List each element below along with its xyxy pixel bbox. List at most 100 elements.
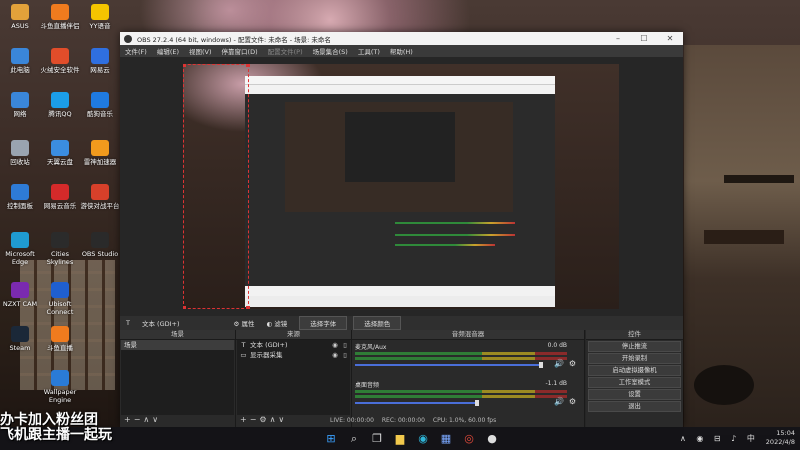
- desktop-icon[interactable]: 游侠对战平台: [80, 184, 120, 210]
- properties-button[interactable]: ⚙ 属性: [234, 318, 255, 328]
- visibility-eye-icon[interactable]: ◉: [330, 350, 340, 360]
- desktop-icon[interactable]: 天翼云盘: [40, 140, 80, 166]
- select-color-button[interactable]: 选择颜色: [353, 316, 402, 330]
- desktop-icon[interactable]: 控制面板: [0, 184, 40, 210]
- desktop-icon[interactable]: 斗鱼直播伴侣: [40, 4, 80, 30]
- desktop-icon[interactable]: OBS Studio: [80, 232, 120, 258]
- desktop-icon-label: 火绒安全软件: [40, 66, 80, 74]
- wallpaper-room: [684, 45, 800, 435]
- volume-fader[interactable]: [355, 364, 541, 366]
- volume-fader[interactable]: [355, 402, 477, 404]
- desktop-icon-label: 此电脑: [10, 66, 30, 74]
- desktop-icon[interactable]: Wallpaper Engine: [40, 370, 80, 404]
- fader-knob[interactable]: [539, 362, 543, 368]
- preview-area[interactable]: [120, 57, 683, 341]
- desktop-icon-label: 斗鱼直播: [47, 344, 73, 352]
- nested-taskbar: [245, 296, 555, 307]
- exit-button[interactable]: 退出: [588, 401, 681, 412]
- nested-obs-window: [245, 76, 555, 296]
- app-icon: [51, 282, 69, 298]
- obs-logo-icon: [124, 34, 132, 43]
- desktop-icon[interactable]: YY语音: [80, 4, 120, 30]
- search-icon[interactable]: ⌕: [345, 430, 363, 447]
- desktop-icon[interactable]: Cities Skylines: [40, 232, 80, 266]
- lock-icon[interactable]: ▯: [340, 350, 350, 360]
- desktop-icon[interactable]: 此电脑: [0, 48, 40, 74]
- preview-canvas[interactable]: [183, 64, 619, 309]
- system-tray-icons[interactable]: ∧ ◉ ⊟ ♪ 中: [680, 433, 759, 444]
- clock-time: 15:04: [776, 429, 795, 437]
- desktop-icon[interactable]: 网易云: [80, 48, 120, 74]
- level-meter: [355, 352, 567, 355]
- desktop-icon-label: OBS Studio: [81, 250, 119, 258]
- controls-header: 控件: [586, 330, 683, 340]
- start-recording-button[interactable]: 开始录制: [588, 353, 681, 364]
- studio-mode-button[interactable]: 工作室模式: [588, 377, 681, 388]
- gear-icon[interactable]: ⚙: [569, 359, 576, 368]
- menu-help[interactable]: 帮助(H): [385, 46, 418, 56]
- fader-knob[interactable]: [475, 400, 479, 406]
- menu-docks[interactable]: 停靠窗口(D): [217, 46, 263, 56]
- desktop-icon[interactable]: Steam: [0, 326, 40, 352]
- store-icon[interactable]: ▦: [437, 430, 455, 447]
- overlay-line-1: 办卡加入粉丝团: [0, 412, 98, 428]
- task-view-icon[interactable]: ❐: [368, 430, 386, 447]
- desktop-icon[interactable]: Microsoft Edge: [0, 232, 40, 266]
- selected-source-bounds[interactable]: [183, 64, 250, 309]
- desktop-icon-label: Ubisoft Connect: [46, 300, 74, 316]
- visibility-eye-icon[interactable]: ◉: [330, 340, 340, 350]
- menu-tools[interactable]: 工具(T): [353, 46, 385, 56]
- mixer-header: 音频混音器: [352, 330, 584, 340]
- desktop-icon-label: NZXT CAM: [2, 300, 38, 308]
- desktop-icon-label: 控制面板: [7, 202, 33, 210]
- source-item[interactable]: ▭ 显示器采集 ◉ ▯: [237, 350, 350, 360]
- obs-titlebar: OBS 27.2.4 (64 bit, windows) - 配置文件: 未命名…: [120, 32, 683, 45]
- source-name: 显示器采集: [250, 351, 283, 359]
- menu-view[interactable]: 视图(V): [184, 46, 217, 56]
- scene-item[interactable]: 场景: [121, 340, 234, 350]
- desktop-icon[interactable]: Ubisoft Connect: [40, 282, 80, 316]
- desktop-icon[interactable]: 腾讯QQ: [40, 92, 80, 118]
- desktop-icon[interactable]: 酷狗音乐: [80, 92, 120, 118]
- settings-button[interactable]: 设置: [588, 389, 681, 400]
- close-button[interactable]: ✕: [657, 34, 683, 43]
- minimize-button[interactable]: –: [605, 34, 631, 43]
- menu-scene-collection[interactable]: 场景集合(S): [308, 46, 353, 56]
- select-font-button[interactable]: 选择字体: [299, 316, 348, 330]
- menu-bar: 文件(F) 编辑(E) 视图(V) 停靠窗口(D) 配置文件(P) 场景集合(S…: [120, 45, 683, 57]
- obs-icon[interactable]: ●: [483, 430, 501, 447]
- app-icon: [91, 48, 109, 64]
- speaker-icon[interactable]: 🔊: [554, 359, 564, 368]
- desktop-icon[interactable]: 火绒安全软件: [40, 48, 80, 74]
- menu-profile[interactable]: 配置文件(P): [263, 46, 308, 56]
- speaker-icon[interactable]: 🔊: [554, 397, 564, 406]
- desktop-icon[interactable]: 斗鱼直播: [40, 326, 80, 352]
- source-name: 文本 (GDI+): [250, 341, 288, 349]
- desktop-icon[interactable]: NZXT CAM: [0, 282, 40, 308]
- virtual-camera-button[interactable]: 启动虚拟摄像机: [588, 365, 681, 376]
- edge-icon[interactable]: ◉: [414, 430, 432, 447]
- maximize-button[interactable]: ☐: [631, 34, 657, 43]
- menu-file[interactable]: 文件(F): [120, 46, 152, 56]
- desktop-icon[interactable]: 网易云音乐: [40, 184, 80, 210]
- desktop-icon[interactable]: 网络: [0, 92, 40, 118]
- clock[interactable]: 15:04 2022/4/8: [766, 429, 795, 447]
- properties-label: 属性: [241, 320, 255, 328]
- lock-icon[interactable]: ▯: [340, 340, 350, 350]
- source-item[interactable]: T 文本 (GDI+) ◉ ▯: [237, 340, 350, 350]
- scenes-controls[interactable]: +−∧∨: [120, 415, 235, 427]
- file-explorer-icon[interactable]: ▆: [391, 430, 409, 447]
- desktop-icon[interactable]: ASUS: [0, 4, 40, 30]
- chrome-icon[interactable]: ◎: [460, 430, 478, 447]
- app-icon: [51, 4, 69, 20]
- desktop-icon[interactable]: 雷神加速器: [80, 140, 120, 166]
- windows-icon[interactable]: ⊞: [322, 430, 340, 447]
- gear-icon[interactable]: ⚙: [569, 397, 576, 406]
- stop-streaming-button[interactable]: 停止推流: [588, 341, 681, 352]
- menu-edit[interactable]: 编辑(E): [152, 46, 184, 56]
- filters-button[interactable]: ◐ 滤镜: [266, 318, 287, 328]
- rec-status: REC: 00:00:00: [381, 416, 425, 424]
- desktop-icon[interactable]: 回收站: [0, 140, 40, 166]
- app-icon: [91, 92, 109, 108]
- app-icon: [11, 4, 29, 20]
